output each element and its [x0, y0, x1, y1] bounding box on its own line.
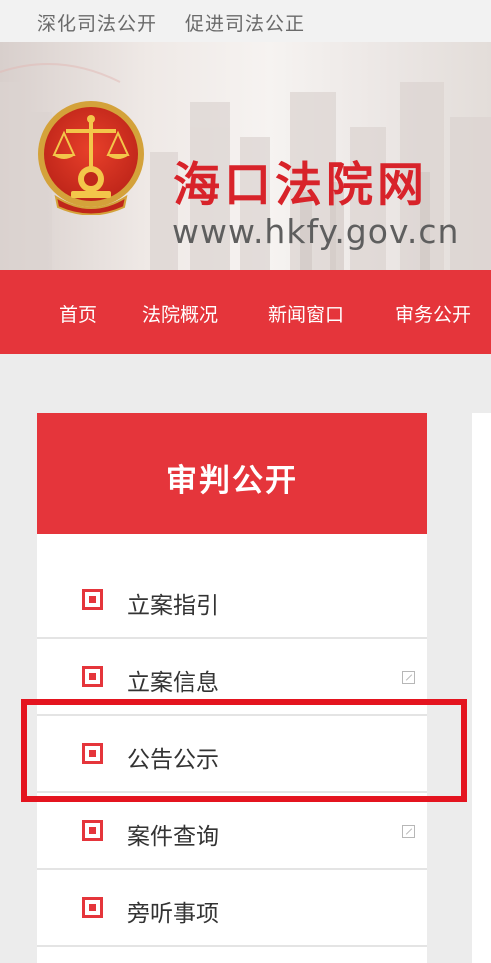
external-link-icon	[402, 825, 415, 838]
main-nav: 首页 法院概况 新闻窗口 审务公开	[0, 270, 491, 354]
bullet-square-icon	[82, 589, 103, 610]
bullet-square-icon	[82, 666, 103, 687]
sidebar-item-label: 公告公示	[127, 747, 219, 773]
bullet-square-icon	[82, 820, 103, 841]
content-panel	[472, 413, 491, 963]
sidebar-item-filing-guide[interactable]: 立案指引	[37, 562, 427, 639]
site-banner: 海口法院网 www.hkfy.gov.cn	[0, 42, 491, 270]
bullet-square-icon	[82, 743, 103, 764]
sidebar-item-hearing-attendance[interactable]: 旁听事项	[37, 870, 427, 947]
court-emblem-icon	[38, 101, 144, 215]
sidebar-item-label: 案件查询	[127, 824, 219, 850]
site-url: www.hkfy.gov.cn	[172, 212, 460, 251]
nav-item-court-overview[interactable]: 法院概况	[142, 300, 218, 327]
sidebar-item-case-search[interactable]: 案件查询	[37, 793, 427, 870]
nav-item-court-affairs[interactable]: 审务公开	[395, 300, 471, 327]
sidebar-item-label: 立案信息	[127, 670, 219, 696]
external-link-icon	[402, 671, 415, 684]
slogan-text: 促进司法公正	[185, 13, 306, 35]
sidebar-header: 审判公开	[37, 413, 427, 534]
sidebar-item-announcements[interactable]: 公告公示	[37, 716, 427, 793]
slogan-text: 深化司法公开	[37, 13, 158, 35]
sidebar: 审判公开 立案指引 立案信息 公告公示 案件查询 旁听事项	[37, 413, 427, 963]
sidebar-title: 审判公开	[166, 463, 298, 499]
top-bar: 深化司法公开 促进司法公正	[0, 0, 491, 42]
sidebar-item-label: 立案指引	[127, 593, 219, 619]
bullet-square-icon	[82, 897, 103, 918]
nav-item-news[interactable]: 新闻窗口	[268, 300, 344, 327]
sidebar-item-label: 旁听事项	[127, 901, 219, 927]
nav-item-home[interactable]: 首页	[59, 300, 97, 327]
site-name: 海口法院网	[173, 158, 428, 213]
sidebar-item-filing-info[interactable]: 立案信息	[37, 639, 427, 716]
